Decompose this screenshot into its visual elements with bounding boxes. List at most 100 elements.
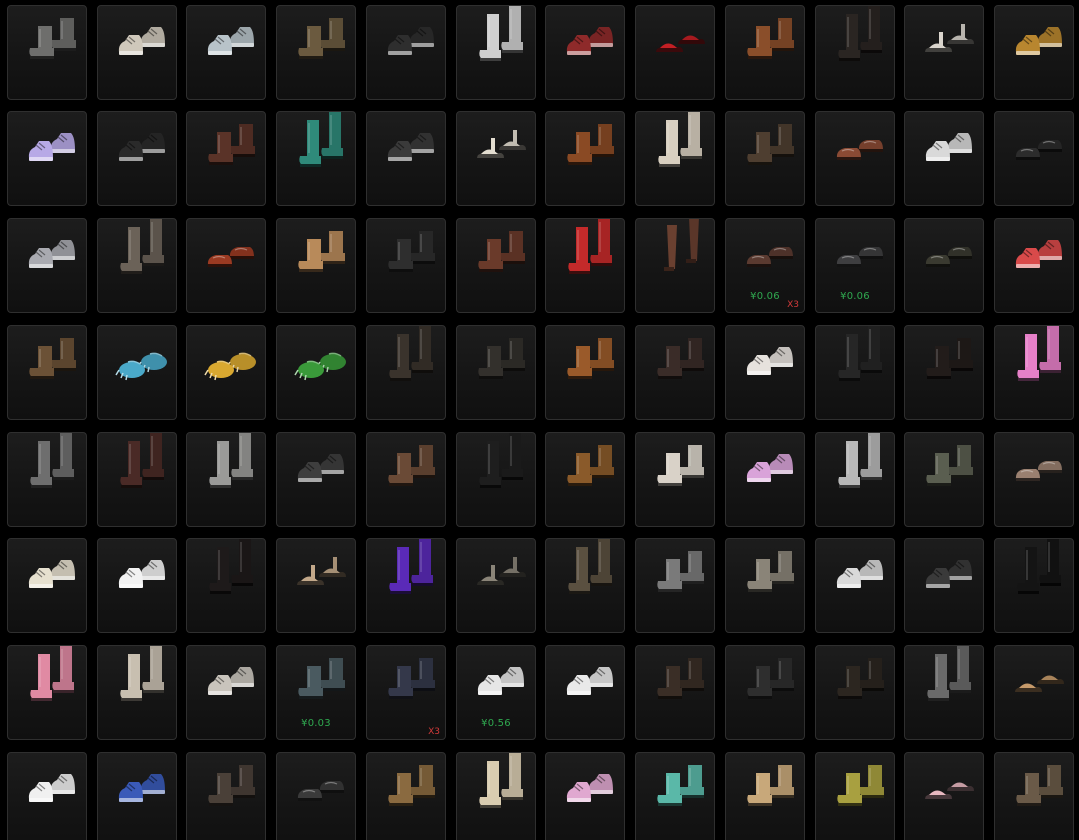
inventory-slot[interactable]: [635, 538, 715, 633]
inventory-slot[interactable]: [815, 5, 895, 100]
inventory-slot[interactable]: [545, 5, 625, 100]
inventory-slot[interactable]: [366, 752, 446, 840]
inventory-slot[interactable]: [456, 432, 536, 527]
inventory-slot[interactable]: [725, 538, 805, 633]
inventory-slot[interactable]: [366, 111, 446, 206]
inventory-slot[interactable]: [994, 752, 1074, 840]
inventory-slot[interactable]: [725, 432, 805, 527]
inventory-slot[interactable]: [366, 432, 446, 527]
inventory-slot[interactable]: [7, 538, 87, 633]
inventory-slot[interactable]: [276, 111, 356, 206]
inventory-slot[interactable]: ¥0.03: [276, 645, 356, 740]
inventory-slot[interactable]: [815, 432, 895, 527]
inventory-slot[interactable]: [725, 645, 805, 740]
inventory-slot[interactable]: [904, 218, 984, 313]
inventory-slot[interactable]: [276, 752, 356, 840]
inventory-slot[interactable]: [456, 218, 536, 313]
inventory-slot[interactable]: ¥0.06: [815, 218, 895, 313]
inventory-slot[interactable]: [97, 325, 177, 420]
inventory-slot[interactable]: [635, 218, 715, 313]
boots-icon: [208, 765, 255, 806]
inventory-slot[interactable]: [635, 752, 715, 840]
inventory-slot[interactable]: [904, 752, 984, 840]
inventory-slot[interactable]: [815, 752, 895, 840]
inventory-slot[interactable]: [366, 538, 446, 633]
inventory-slot[interactable]: [97, 218, 177, 313]
inventory-slot[interactable]: [7, 432, 87, 527]
inventory-slot[interactable]: [186, 5, 266, 100]
inventory-slot[interactable]: [725, 325, 805, 420]
inventory-slot[interactable]: [904, 538, 984, 633]
inventory-slot[interactable]: ¥0.06 X3: [725, 218, 805, 313]
inventory-slot[interactable]: [7, 325, 87, 420]
inventory-slot[interactable]: [97, 5, 177, 100]
inventory-slot[interactable]: [994, 218, 1074, 313]
inventory-slot[interactable]: [186, 752, 266, 840]
inventory-slot[interactable]: [545, 111, 625, 206]
inventory-slot[interactable]: [904, 432, 984, 527]
inventory-slot[interactable]: [456, 752, 536, 840]
inventory-slot[interactable]: [635, 325, 715, 420]
inventory-slot[interactable]: [456, 538, 536, 633]
inventory-slot[interactable]: [97, 111, 177, 206]
inventory-slot[interactable]: [635, 645, 715, 740]
inventory-slot[interactable]: [276, 325, 356, 420]
inventory-slot[interactable]: [545, 325, 625, 420]
inventory-slot[interactable]: [7, 5, 87, 100]
inventory-slot[interactable]: [904, 325, 984, 420]
inventory-slot[interactable]: [545, 218, 625, 313]
inventory-slot[interactable]: [456, 111, 536, 206]
inventory-slot[interactable]: [994, 111, 1074, 206]
inventory-slot[interactable]: [456, 5, 536, 100]
inventory-slot[interactable]: [635, 432, 715, 527]
inventory-slot[interactable]: [7, 218, 87, 313]
inventory-slot[interactable]: [186, 325, 266, 420]
inventory-slot[interactable]: [366, 325, 446, 420]
inventory-slot[interactable]: [366, 218, 446, 313]
inventory-slot[interactable]: [545, 432, 625, 527]
inventory-slot[interactable]: [7, 752, 87, 840]
inventory-slot[interactable]: [994, 538, 1074, 633]
inventory-slot[interactable]: [186, 538, 266, 633]
inventory-slot[interactable]: [635, 111, 715, 206]
inventory-slot[interactable]: [725, 752, 805, 840]
sneakers-icon: [746, 347, 793, 375]
inventory-slot[interactable]: [97, 752, 177, 840]
inventory-slot[interactable]: [994, 325, 1074, 420]
inventory-slot[interactable]: [994, 432, 1074, 527]
inventory-slot[interactable]: [545, 645, 625, 740]
inventory-slot[interactable]: [186, 218, 266, 313]
inventory-slot[interactable]: [366, 5, 446, 100]
inventory-slot[interactable]: [97, 538, 177, 633]
inventory-slot[interactable]: [904, 645, 984, 740]
inventory-slot[interactable]: [545, 752, 625, 840]
inventory-slot[interactable]: [456, 325, 536, 420]
inventory-slot[interactable]: [7, 645, 87, 740]
inventory-slot[interactable]: [186, 645, 266, 740]
inventory-slot[interactable]: [725, 111, 805, 206]
inventory-slot[interactable]: [815, 111, 895, 206]
inventory-slot[interactable]: [186, 432, 266, 527]
inventory-slot[interactable]: [904, 5, 984, 100]
inventory-slot[interactable]: [904, 111, 984, 206]
inventory-slot[interactable]: [994, 5, 1074, 100]
inventory-slot[interactable]: [7, 111, 87, 206]
inventory-slot[interactable]: [97, 432, 177, 527]
inventory-slot[interactable]: [725, 5, 805, 100]
sneakers-icon: [118, 774, 165, 802]
inventory-slot[interactable]: [97, 645, 177, 740]
inventory-slot[interactable]: ¥0.56: [456, 645, 536, 740]
knee-boots-icon: [209, 433, 253, 488]
inventory-slot[interactable]: [276, 432, 356, 527]
inventory-slot[interactable]: [815, 325, 895, 420]
inventory-slot[interactable]: [276, 218, 356, 313]
inventory-slot[interactable]: [545, 538, 625, 633]
inventory-slot[interactable]: [276, 5, 356, 100]
inventory-slot[interactable]: [994, 645, 1074, 740]
inventory-slot[interactable]: [815, 645, 895, 740]
inventory-slot[interactable]: [276, 538, 356, 633]
inventory-slot[interactable]: [815, 538, 895, 633]
inventory-slot[interactable]: [186, 111, 266, 206]
inventory-slot[interactable]: X3: [366, 645, 446, 740]
inventory-slot[interactable]: [635, 5, 715, 100]
